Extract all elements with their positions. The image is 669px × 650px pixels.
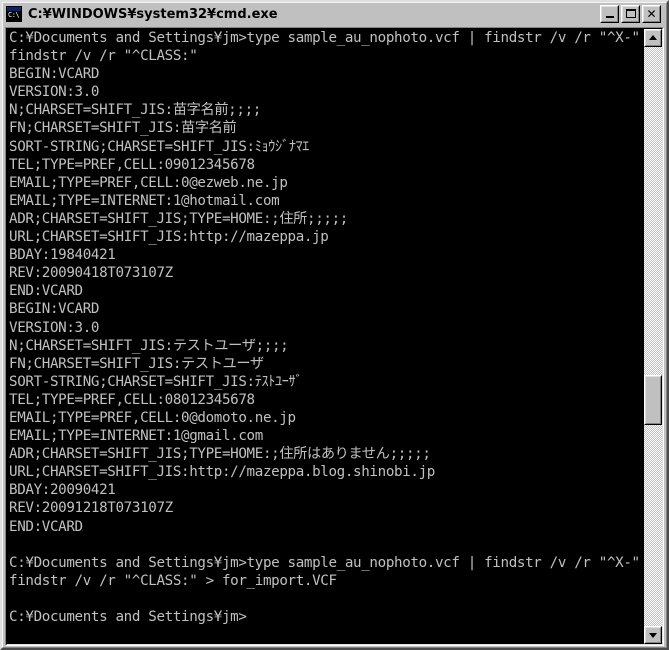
console-line: C:¥Documents and Settings¥jm>type sample… <box>9 554 645 571</box>
console-line: END:VCARD <box>9 283 83 300</box>
console-line: BDAY:19840421 <box>9 247 116 264</box>
scroll-down-button[interactable] <box>644 626 662 644</box>
console-client-bevel: C:¥Documents and Settings¥jm>type sample… <box>6 28 663 645</box>
console-line: URL;CHARSET=SHIFT_JIS:http://mazeppa.jp <box>9 229 329 246</box>
console-line: EMAIL;TYPE=PREF,CELL:0@domoto.ne.jp <box>9 409 296 426</box>
titlebar[interactable]: C:\ C:¥WINDOWS¥system32¥cmd.exe ✕ <box>3 3 664 25</box>
console-line: findstr /v /r "^CLASS:" <box>9 48 198 65</box>
console-client-area: C:¥Documents and Settings¥jm>type sample… <box>5 27 664 646</box>
console-line: EMAIL;TYPE=PREF,CELL:0@ezweb.ne.jp <box>9 174 288 191</box>
console-line: SORT-STRING;CHARSET=SHIFT_JIS:ﾐｮｳｼﾞﾅﾏｴ <box>9 138 310 155</box>
close-icon: ✕ <box>646 7 657 21</box>
console-line: BEGIN:VCARD <box>9 301 100 318</box>
vertical-scrollbar[interactable] <box>644 29 662 644</box>
console-line: N;CHARSET=SHIFT_JIS:苗字名前;;;; <box>9 102 261 119</box>
console-line: C:¥Documents and Settings¥jm> <box>9 609 247 625</box>
console-line: TEL;TYPE=PREF,CELL:08012345678 <box>9 391 255 408</box>
console-line: FN;CHARSET=SHIFT_JIS:テストユーザ <box>9 355 264 372</box>
console-line: REV:20091218T073107Z <box>9 500 173 517</box>
console-line: findstr /v /r "^CLASS:" > for_import.VCF <box>9 572 337 589</box>
console-line: ADR;CHARSET=SHIFT_JIS;TYPE=HOME:;住所;;;;; <box>9 210 348 227</box>
chevron-up-icon <box>649 35 657 40</box>
icon-prompt-text: C:\ <box>8 11 20 19</box>
maximize-icon <box>626 9 636 18</box>
cmd-console-icon[interactable]: C:\ <box>6 6 22 22</box>
console-line: SORT-STRING;CHARSET=SHIFT_JIS:ﾃｽﾄﾕｰｻﾞ <box>9 373 303 390</box>
console-line: BDAY:20090421 <box>9 482 116 499</box>
console-line: EMAIL;TYPE=INTERNET:1@hotmail.com <box>9 192 280 209</box>
close-button[interactable]: ✕ <box>642 5 661 23</box>
console-line: VERSION:3.0 <box>9 319 100 336</box>
minimize-icon <box>606 16 614 18</box>
console-line: URL;CHARSET=SHIFT_JIS:http://mazeppa.blo… <box>9 464 435 481</box>
cmd-window: C:\ C:¥WINDOWS¥system32¥cmd.exe ✕ C:¥Doc… <box>0 0 669 650</box>
scrollbar-thumb[interactable] <box>644 375 662 425</box>
console-output[interactable]: C:¥Documents and Settings¥jm>type sample… <box>7 29 645 644</box>
console-line: END:VCARD <box>9 518 83 535</box>
console-line: BEGIN:VCARD <box>9 66 100 83</box>
console-line: REV:20090418T073107Z <box>9 265 173 282</box>
scroll-up-button[interactable] <box>644 29 662 47</box>
console-line: FN;CHARSET=SHIFT_JIS:苗字名前 <box>9 120 237 137</box>
window-title: C:¥WINDOWS¥system32¥cmd.exe <box>28 6 278 22</box>
chevron-down-icon <box>649 633 657 638</box>
maximize-button[interactable] <box>621 5 640 23</box>
console-line: ADR;CHARSET=SHIFT_JIS;TYPE=HOME:;住所はありませ… <box>9 446 431 463</box>
console-line: N;CHARSET=SHIFT_JIS:テストユーザ;;;; <box>9 337 289 354</box>
console-line: VERSION:3.0 <box>9 84 100 101</box>
console-line: C:¥Documents and Settings¥jm>type sample… <box>9 30 645 46</box>
console-line: EMAIL;TYPE=INTERNET:1@gmail.com <box>9 428 263 445</box>
console-line: TEL;TYPE=PREF,CELL:09012345678 <box>9 156 255 173</box>
minimize-button[interactable] <box>600 5 619 23</box>
window-controls: ✕ <box>600 5 661 23</box>
